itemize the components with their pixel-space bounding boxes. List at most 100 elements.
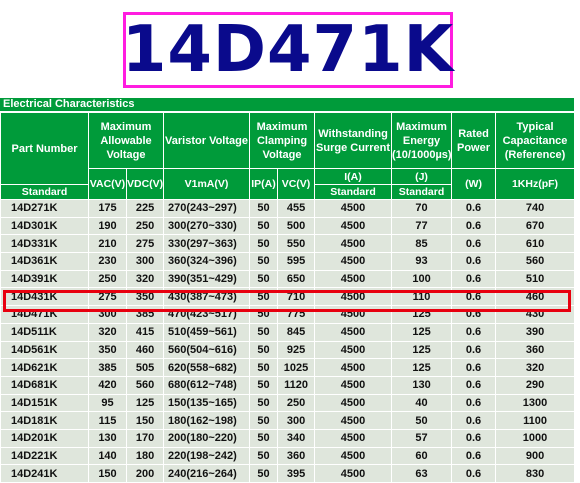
cell-vac: 190 (88, 216, 127, 236)
cell-part: 14D181K (0, 411, 89, 430)
header-vdc: VDC(V) (125, 168, 165, 200)
cell-var: 510(459~561) (163, 322, 251, 342)
table-row: 14D181K 115 150 180(162~198) 50 300 4500 50 0.6 1… (0, 411, 576, 430)
table-row: 14D431K 275 350 430(387~473) 50 710 4500 110 0.6… (0, 287, 576, 307)
header-v1ma: V1mA(V) (163, 168, 251, 200)
cell-part: 14D221K (0, 446, 89, 466)
cell-cap: 1000 (495, 428, 576, 448)
header-standard-j: Standard (391, 184, 453, 200)
header-max-allowable-voltage: Maximum Allowable Voltage (87, 112, 165, 169)
cell-part: 14D471K (0, 305, 89, 324)
cell-cap: 740 (495, 199, 576, 218)
cell-vc: 340 (277, 428, 316, 448)
cell-vc: 1120 (277, 375, 316, 395)
header-typical-capacitance: Typical Capacitance (Reference) (495, 112, 576, 169)
cell-part: 14D301K (0, 216, 89, 236)
cell-vdc: 560 (125, 375, 165, 395)
cell-vac: 275 (88, 287, 127, 307)
cell-var: 680(612~748) (163, 375, 251, 395)
table-row: 14D561K 350 460 560(504~616) 50 925 4500 125 0.6… (0, 340, 576, 360)
cell-w: 0.6 (451, 393, 497, 413)
cell-w: 0.6 (451, 340, 497, 360)
cell-j: 70 (391, 199, 453, 218)
cell-w: 0.6 (451, 446, 497, 466)
cell-part: 14D681K (0, 375, 89, 395)
cell-vac: 320 (88, 322, 127, 342)
header-standard: Standard (0, 184, 89, 200)
cell-ip: 50 (249, 428, 279, 448)
cell-vdc: 385 (125, 305, 165, 324)
cell-var: 330(297~363) (163, 234, 251, 254)
cell-part: 14D331K (0, 234, 89, 254)
cell-cap: 610 (495, 234, 576, 254)
cell-vc: 360 (277, 446, 316, 466)
table-row: 14D221K 140 180 220(198~242) 50 360 4500 60 0.6 9… (0, 446, 576, 466)
table-row: 14D151K 95 125 150(135~165) 50 250 4500 40 0.6 13… (0, 393, 576, 413)
cell-var: 150(135~165) (163, 393, 251, 413)
cell-w: 0.6 (451, 464, 497, 483)
cell-var: 560(504~616) (163, 340, 251, 360)
cell-part: 14D391K (0, 269, 89, 289)
cell-w: 0.6 (451, 252, 497, 271)
header-varistor-voltage: Varistor Voltage (163, 112, 251, 169)
cell-vdc: 200 (125, 464, 165, 483)
cell-i: 4500 (314, 464, 393, 483)
part-title: 14D471K (121, 13, 455, 87)
cell-ip: 50 (249, 216, 279, 236)
table-row: 14D471K 300 385 470(423~517) 50 775 4500 125 0.6… (0, 305, 576, 324)
cell-ip: 50 (249, 305, 279, 324)
cell-vac: 150 (88, 464, 127, 483)
cell-cap: 320 (495, 358, 576, 377)
cell-j: 125 (391, 305, 453, 324)
cell-var: 240(216~264) (163, 464, 251, 483)
cell-cap: 1300 (495, 393, 576, 413)
cell-vdc: 125 (125, 393, 165, 413)
cell-ip: 50 (249, 252, 279, 271)
cell-ip: 50 (249, 358, 279, 377)
cell-j: 125 (391, 340, 453, 360)
cell-vdc: 505 (125, 358, 165, 377)
cell-w: 0.6 (451, 358, 497, 377)
cell-ip: 50 (249, 234, 279, 254)
cell-ip: 50 (249, 287, 279, 307)
header-w: (W) (451, 168, 497, 200)
cell-w: 0.6 (451, 375, 497, 395)
cell-j: 50 (391, 411, 453, 430)
header-1khz: 1KHz(pF) (495, 168, 576, 200)
cell-w: 0.6 (451, 199, 497, 218)
cell-vdc: 415 (125, 322, 165, 342)
cell-ip: 50 (249, 411, 279, 430)
table-row: 14D681K 420 560 680(612~748) 50 1120 4500 130 0.… (0, 375, 576, 395)
cell-cap: 390 (495, 322, 576, 342)
cell-cap: 1100 (495, 411, 576, 430)
cell-vac: 230 (88, 252, 127, 271)
cell-j: 93 (391, 252, 453, 271)
cell-i: 4500 (314, 234, 393, 254)
cell-cap: 510 (495, 269, 576, 289)
cell-vc: 710 (277, 287, 316, 307)
cell-vac: 420 (88, 375, 127, 395)
cell-var: 430(387~473) (163, 287, 251, 307)
cell-j: 63 (391, 464, 453, 483)
cell-cap: 460 (495, 287, 576, 307)
cell-cap: 290 (495, 375, 576, 395)
cell-vc: 250 (277, 393, 316, 413)
header-withstanding-surge-current: Withstanding Surge Current (314, 112, 393, 169)
cell-i: 4500 (314, 375, 393, 395)
cell-vdc: 180 (125, 446, 165, 466)
cell-ip: 50 (249, 393, 279, 413)
section-title: Electrical Characteristics (0, 98, 574, 111)
cell-vac: 95 (88, 393, 127, 413)
cell-var: 180(162~198) (163, 411, 251, 430)
cell-part: 14D151K (0, 393, 89, 413)
cell-var: 360(324~396) (163, 252, 251, 271)
cell-i: 4500 (314, 305, 393, 324)
cell-w: 0.6 (451, 322, 497, 342)
header-rated-power: Rated Power (451, 112, 497, 169)
cell-i: 4500 (314, 252, 393, 271)
table-row: 14D271K 175 225 270(243~297) 50 455 4500 70 0.6 7… (0, 199, 576, 218)
cell-part: 14D271K (0, 199, 89, 218)
cell-cap: 900 (495, 446, 576, 466)
cell-part: 14D201K (0, 428, 89, 448)
cell-vac: 350 (88, 340, 127, 360)
